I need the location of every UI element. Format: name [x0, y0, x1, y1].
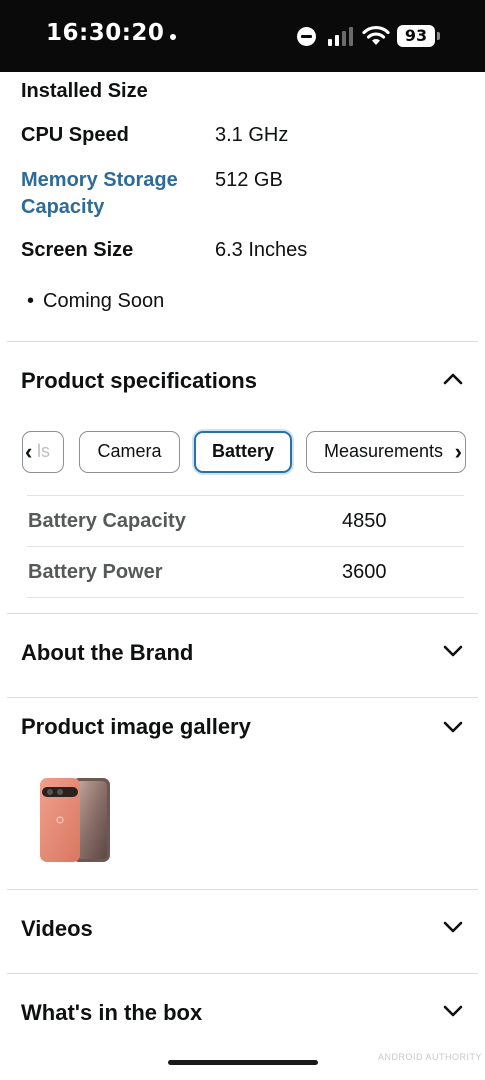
spec-value-memory-storage: 512 GB	[215, 169, 283, 191]
divider	[7, 889, 478, 890]
videos-title[interactable]: Videos	[21, 914, 93, 944]
table-value-battery-power: 3600	[342, 561, 387, 583]
cellular-signal-icon	[328, 26, 355, 46]
product-specifications-title[interactable]: Product specifications	[21, 366, 257, 396]
chip-label-partial: ls	[37, 441, 50, 461]
divider	[7, 613, 478, 614]
about-brand-title[interactable]: About the Brand	[21, 638, 193, 668]
bullet-coming-soon: Coming Soon	[27, 287, 164, 315]
battery-tip	[437, 32, 440, 40]
spec-value-cpu-speed: 3.1 GHz	[215, 124, 289, 146]
chevron-down-icon[interactable]	[442, 640, 464, 662]
status-dot-icon	[170, 34, 176, 40]
table-divider	[27, 546, 464, 547]
product-thumbnail-image[interactable]	[38, 776, 112, 864]
table-value-battery-capacity: 4850	[342, 510, 387, 532]
in-the-box-title[interactable]: What's in the box	[21, 998, 202, 1028]
do-not-disturb-icon	[297, 27, 316, 46]
status-time: 16:30:20	[46, 20, 165, 46]
home-indicator[interactable]	[168, 1060, 318, 1065]
spec-key-memory-storage-line2[interactable]: Capacity	[21, 193, 206, 221]
chevron-down-icon[interactable]	[442, 716, 464, 738]
spec-key-installed-size: Installed Size	[21, 80, 148, 102]
battery-icon: 93	[397, 25, 435, 47]
chevron-down-icon[interactable]	[442, 1000, 464, 1022]
table-divider	[27, 597, 464, 598]
chip-battery[interactable]: Battery	[194, 431, 292, 473]
chevron-up-icon[interactable]	[442, 368, 464, 390]
divider	[7, 341, 478, 342]
chevron-down-icon[interactable]	[442, 916, 464, 938]
divider	[7, 973, 478, 974]
table-key-battery-capacity: Battery Capacity	[28, 510, 186, 532]
image-gallery-title[interactable]: Product image gallery	[21, 712, 251, 742]
spec-key-cpu-speed: CPU Speed	[21, 124, 129, 146]
spec-key-memory-storage-line1[interactable]: Memory Storage	[21, 166, 206, 194]
divider	[7, 697, 478, 698]
table-divider	[27, 495, 464, 496]
spec-key-screen-size: Screen Size	[21, 239, 134, 261]
status-bar: 16:30:20 93	[0, 0, 485, 72]
chevron-left-icon[interactable]: ‹	[25, 432, 32, 471]
chip-camera[interactable]: Camera	[79, 431, 180, 473]
wifi-icon	[362, 25, 390, 45]
chip-previous[interactable]: ‹ ls	[22, 431, 64, 473]
table-key-battery-power: Battery Power	[28, 561, 163, 583]
chip-measurements[interactable]: Measurements ›	[306, 431, 466, 473]
chip-measurements-label: Measurements	[324, 441, 444, 461]
watermark: ANDROID AUTHORITY	[378, 1052, 483, 1062]
chevron-right-icon[interactable]: ›	[452, 432, 462, 471]
spec-value-screen-size: 6.3 Inches	[215, 239, 308, 261]
